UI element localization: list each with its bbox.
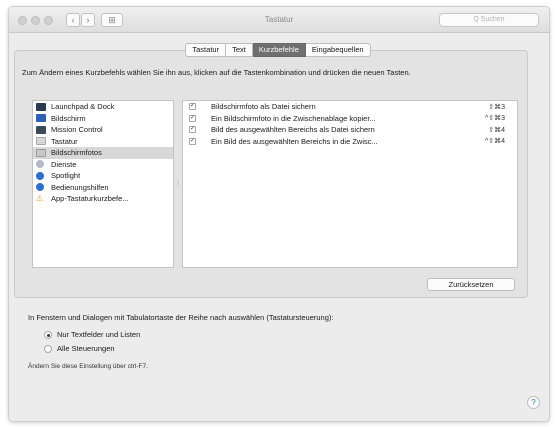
category-label: Tastatur [51, 136, 78, 146]
mission-control-icon [36, 125, 46, 134]
category-label: Spotlight [51, 171, 81, 181]
category-label: Dienste [51, 159, 77, 169]
spotlight-icon [36, 171, 44, 180]
radio-label: Alle Steuerungen [57, 344, 115, 353]
category-label: Bildschirmfotos [51, 148, 102, 158]
shortcut-row[interactable]: ✓ Ein Bild des ausgewählten Bereichs in … [183, 136, 517, 148]
screenshot-icon [36, 148, 46, 157]
instruction-text: Zum Ändern eines Kurzbefehls wählen Sie … [22, 68, 411, 77]
category-dienste[interactable]: Dienste [33, 159, 173, 171]
radio-text-fields-lists[interactable]: Nur Textfelder und Listen [44, 330, 140, 339]
radio-label: Nur Textfelder und Listen [57, 330, 141, 339]
reset-button[interactable]: Zurücksetzen [427, 278, 515, 291]
display-icon [36, 114, 46, 123]
launchpad-icon [36, 102, 46, 111]
services-icon [36, 160, 44, 169]
tab-eingabequellen[interactable]: Eingabequellen [305, 43, 371, 57]
accessibility-icon [36, 183, 44, 192]
category-list[interactable]: Launchpad & Dock Bildschirm Mission Cont… [32, 100, 174, 268]
search-placeholder: Q Suchen [473, 16, 505, 23]
category-tastatur[interactable]: Tastatur [33, 136, 173, 148]
shortcut-label: Bildschirmfoto als Datei sichern [211, 102, 316, 112]
shortcut-keys[interactable]: ⇧⌘3 [488, 103, 505, 111]
category-bildschirmfotos[interactable]: Bildschirmfotos [33, 147, 173, 159]
shortcut-checkbox[interactable]: ✓ [189, 137, 196, 145]
category-launchpad-dock[interactable]: Launchpad & Dock [33, 101, 173, 113]
split-view-handle[interactable]: ⋮ [174, 180, 182, 187]
shortcut-keys[interactable]: ⇧⌘4 [488, 126, 505, 134]
keyboard-navigation-hint: Ändern Sie diese Einstellung über ctrl-F… [28, 363, 148, 370]
category-label: App-Tastaturkurzbefe... [51, 194, 129, 204]
radio-all-controls[interactable]: Alle Steuerungen [44, 344, 115, 353]
keyboard-icon [36, 137, 46, 146]
category-label: Bedienungshilfen [51, 182, 109, 192]
shortcut-row[interactable]: ✓ Bildschirmfoto als Datei sichern ⇧⌘3 [183, 101, 517, 113]
radio-button[interactable] [44, 344, 52, 353]
tab-tastatur[interactable]: Tastatur [185, 43, 227, 57]
shortcut-keys[interactable]: ^⇧⌘4 [485, 137, 505, 145]
category-app-shortcuts[interactable]: App-Tastaturkurzbefe... [33, 193, 173, 205]
category-label: Bildschirm [51, 113, 86, 123]
shortcut-label: Bild des ausgewählten Bereichs als Datei… [211, 125, 375, 135]
tab-text[interactable]: Text [226, 43, 253, 57]
category-spotlight[interactable]: Spotlight [33, 170, 173, 182]
shortcut-keys[interactable]: ^⇧⌘3 [485, 114, 505, 122]
search-input[interactable]: Q Suchen [439, 13, 539, 27]
shortcut-label: Ein Bildschirmfoto in die Zwischenablage… [211, 113, 376, 123]
radio-button[interactable] [44, 330, 52, 339]
shortcut-list[interactable]: ✓ Bildschirmfoto als Datei sichern ⇧⌘3 ✓… [182, 100, 518, 268]
tab-bar: Tastatur Text Kurzbefehle Eingabequellen [0, 43, 556, 57]
tab-kurzbefehle[interactable]: Kurzbefehle [252, 43, 306, 57]
shortcut-checkbox[interactable]: ✓ [189, 103, 196, 111]
shortcut-checkbox[interactable]: ✓ [189, 114, 196, 122]
category-bedienungshilfen[interactable]: Bedienungshilfen [33, 182, 173, 194]
help-button[interactable]: ? [527, 396, 540, 409]
tab-navigation-label: In Fenstern und Dialogen mit Tabulatorta… [28, 313, 334, 322]
shortcut-row[interactable]: ✓ Bild des ausgewählten Bereichs als Dat… [183, 124, 517, 136]
category-mission-control[interactable]: Mission Control [33, 124, 173, 136]
shortcut-checkbox[interactable]: ✓ [189, 126, 196, 134]
question-mark-icon: ? [531, 398, 536, 407]
category-label: Launchpad & Dock [51, 102, 115, 112]
category-label: Mission Control [51, 125, 103, 135]
title-bar: ‹ › ⊞ Tastatur Q Suchen [9, 7, 549, 33]
shortcut-row[interactable]: ✓ Ein Bildschirmfoto in die Zwischenabla… [183, 113, 517, 125]
shortcut-label: Ein Bild des ausgewählten Bereichs in di… [211, 136, 378, 146]
category-bildschirm[interactable]: Bildschirm [33, 113, 173, 125]
app-shortcuts-icon [36, 195, 46, 203]
